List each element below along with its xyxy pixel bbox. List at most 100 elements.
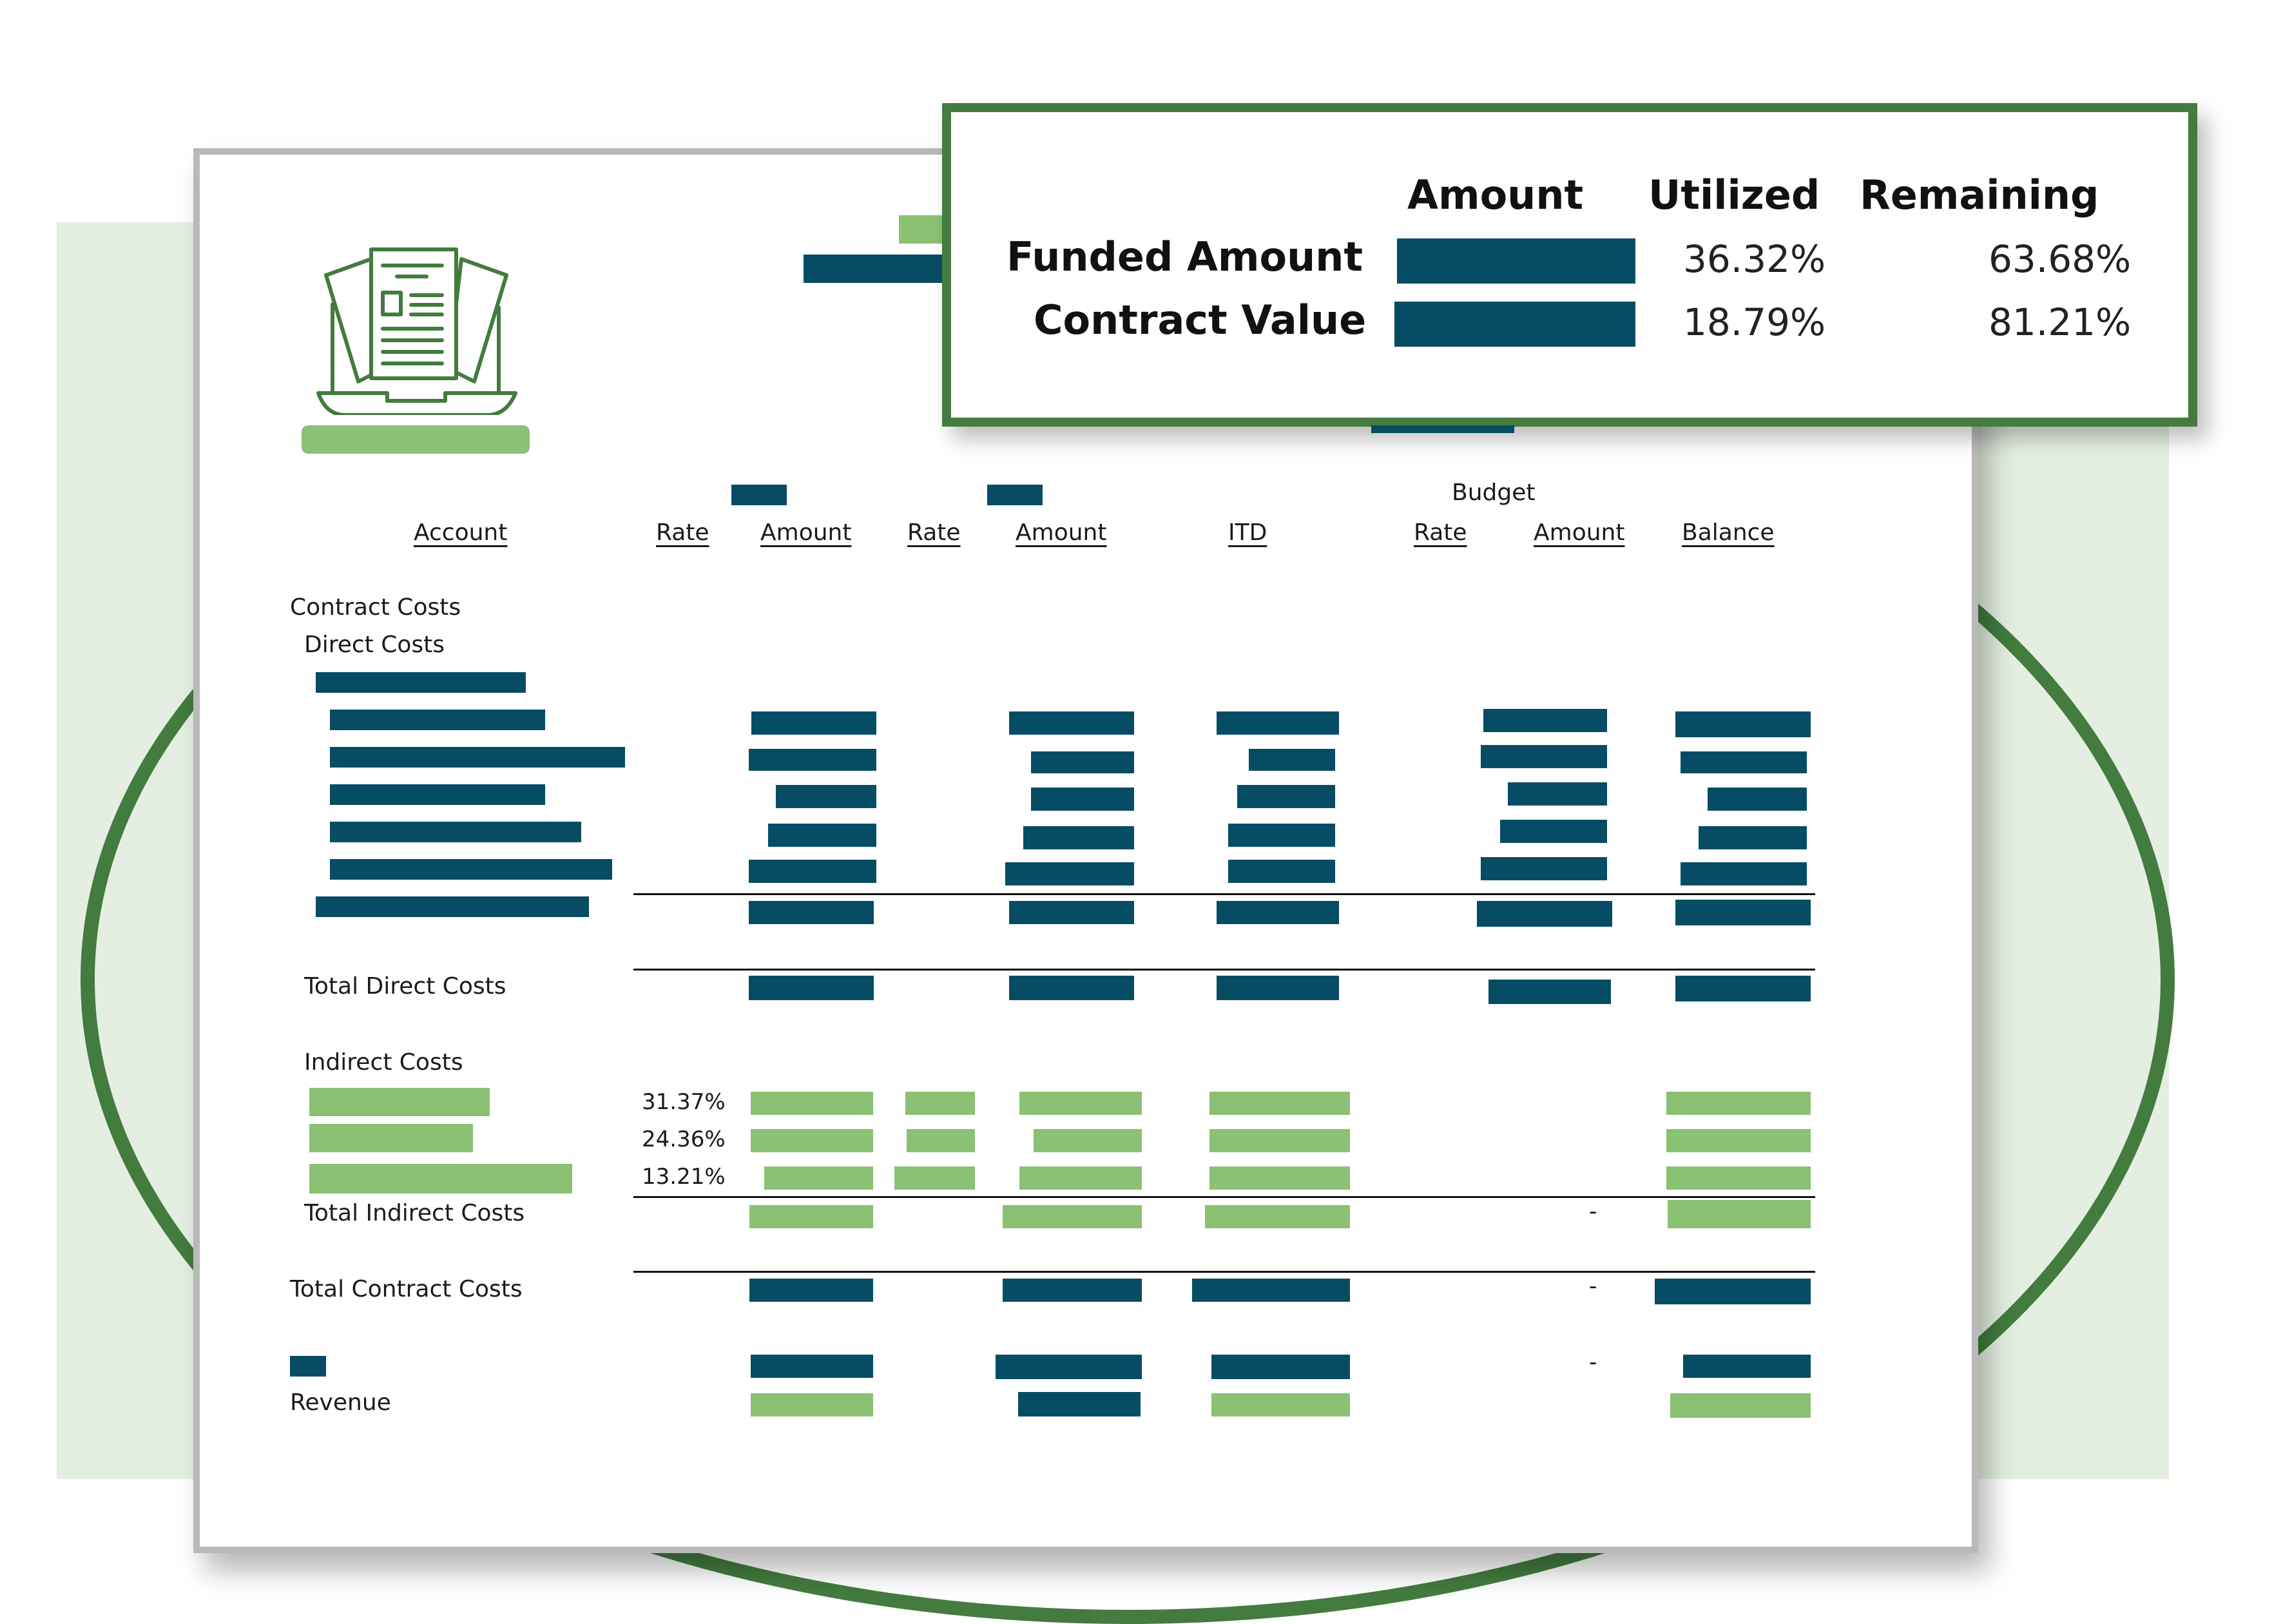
value-placeholder: [1488, 980, 1611, 1004]
section-contract-costs: Contract Costs: [290, 594, 461, 621]
value-placeholder: [907, 1129, 975, 1152]
value-placeholder: [1019, 1166, 1142, 1190]
total-rule: [633, 1271, 1815, 1273]
account-placeholder: [330, 747, 625, 768]
indirect-rate: 13.21%: [642, 1164, 726, 1190]
value-placeholder: [1205, 1205, 1350, 1228]
value-placeholder: [1192, 1279, 1350, 1302]
value-placeholder: [749, 1279, 873, 1302]
contract-value-remaining: 81.21%: [1989, 300, 2132, 344]
value-placeholder: [1675, 900, 1811, 925]
value-placeholder: [1009, 711, 1134, 735]
header-placeholder: [1371, 425, 1514, 433]
column-header-amount[interactable]: Amount: [1016, 519, 1106, 546]
column-header-itd[interactable]: ITD: [1228, 519, 1267, 546]
contract-value-utilized: 18.79%: [1683, 300, 1826, 344]
value-placeholder: [1228, 860, 1335, 883]
indirect-account-placeholder: [309, 1164, 572, 1194]
value-placeholder: [751, 711, 876, 735]
value-placeholder: [1003, 1279, 1142, 1302]
value-placeholder: [1209, 1129, 1350, 1152]
value-placeholder: [749, 860, 876, 883]
title-placeholder: [899, 215, 944, 244]
column-header-budget-amount[interactable]: Amount: [1534, 519, 1624, 546]
value-placeholder: [894, 1166, 975, 1190]
indirect-rate: 24.36%: [642, 1126, 726, 1152]
funded-amount-value-placeholder: [1397, 238, 1635, 284]
row-total-indirect-costs: Total Indirect Costs: [304, 1200, 525, 1226]
value-placeholder: [1655, 1279, 1811, 1304]
account-placeholder: [330, 859, 612, 880]
subtotal-rule: [633, 969, 1815, 971]
row-total-direct-costs: Total Direct Costs: [304, 973, 506, 1000]
subtotal-rule: [633, 893, 1815, 895]
value-placeholder: [1681, 862, 1807, 885]
value-placeholder: [905, 1092, 975, 1115]
funded-amount-utilized: 36.32%: [1683, 237, 1826, 281]
value-placeholder: [764, 1166, 873, 1190]
funded-amount-remaining: 63.68%: [1989, 237, 2132, 281]
column-header-amount[interactable]: Amount: [760, 519, 851, 546]
value-placeholder: [1249, 749, 1335, 771]
value-placeholder: [1019, 1092, 1142, 1115]
value-placeholder: [1217, 976, 1339, 1000]
account-placeholder: [330, 822, 581, 842]
value-placeholder: [1675, 976, 1811, 1001]
value-placeholder: [1699, 826, 1807, 849]
value-placeholder: [749, 1205, 873, 1228]
value-placeholder: [1666, 1166, 1811, 1190]
value-placeholder: [1483, 709, 1607, 732]
empty-value: -: [1589, 1199, 1597, 1224]
value-placeholder: [751, 1129, 873, 1152]
value-placeholder: [749, 976, 874, 1000]
summary-header-remaining: Remaining: [1860, 171, 2099, 218]
budget-group-header: Budget: [1452, 479, 1536, 506]
indirect-account-placeholder: [309, 1124, 473, 1152]
column-header-account[interactable]: Account: [414, 519, 507, 546]
column-header-budget-rate[interactable]: Rate: [1414, 519, 1467, 546]
summary-card: Amount Utilized Remaining Funded Amount …: [942, 103, 2197, 427]
value-placeholder: [1217, 901, 1339, 924]
value-placeholder: [1031, 788, 1134, 811]
value-placeholder: [768, 824, 876, 847]
value-placeholder: [751, 1092, 873, 1115]
value-placeholder: [1668, 1200, 1811, 1228]
column-header-rate[interactable]: Rate: [656, 519, 709, 546]
section-direct-costs: Direct Costs: [304, 632, 445, 658]
indirect-rate: 31.37%: [642, 1089, 726, 1115]
value-placeholder: [1211, 1355, 1350, 1379]
contract-value-value-placeholder: [1394, 302, 1635, 347]
account-placeholder: [330, 710, 545, 730]
value-placeholder: [1003, 1205, 1142, 1228]
value-placeholder: [751, 1355, 873, 1378]
indirect-account-placeholder: [309, 1088, 490, 1116]
value-placeholder: [1009, 976, 1134, 1000]
column-header-rate[interactable]: Rate: [907, 519, 961, 546]
value-placeholder: [751, 1393, 873, 1416]
value-placeholder: [1031, 751, 1134, 773]
value-placeholder: [1666, 1129, 1811, 1152]
value-placeholder: [1228, 824, 1335, 847]
value-placeholder: [1217, 711, 1339, 735]
value-placeholder: [1209, 1092, 1350, 1115]
account-placeholder: [330, 784, 545, 805]
value-placeholder: [1023, 826, 1134, 849]
value-placeholder: [1683, 1355, 1811, 1378]
account-placeholder: [316, 672, 526, 693]
summary-label-funded-amount: Funded Amount: [1007, 233, 1363, 280]
period-header-placeholder: [987, 485, 1043, 505]
company-name-placeholder: [302, 425, 530, 454]
value-placeholder: [1209, 1166, 1350, 1190]
value-placeholder: [1477, 901, 1612, 927]
row-total-contract-costs: Total Contract Costs: [290, 1276, 523, 1302]
column-header-balance[interactable]: Balance: [1682, 519, 1775, 546]
label-placeholder: [290, 1356, 326, 1377]
value-placeholder: [1237, 785, 1335, 808]
value-placeholder: [1481, 857, 1607, 880]
value-placeholder: [1034, 1129, 1142, 1152]
value-placeholder: [1681, 751, 1807, 773]
subtotal-rule: [633, 1196, 1815, 1198]
value-placeholder: [776, 785, 876, 808]
empty-value: -: [1589, 1349, 1597, 1375]
section-indirect-costs: Indirect Costs: [304, 1049, 463, 1076]
